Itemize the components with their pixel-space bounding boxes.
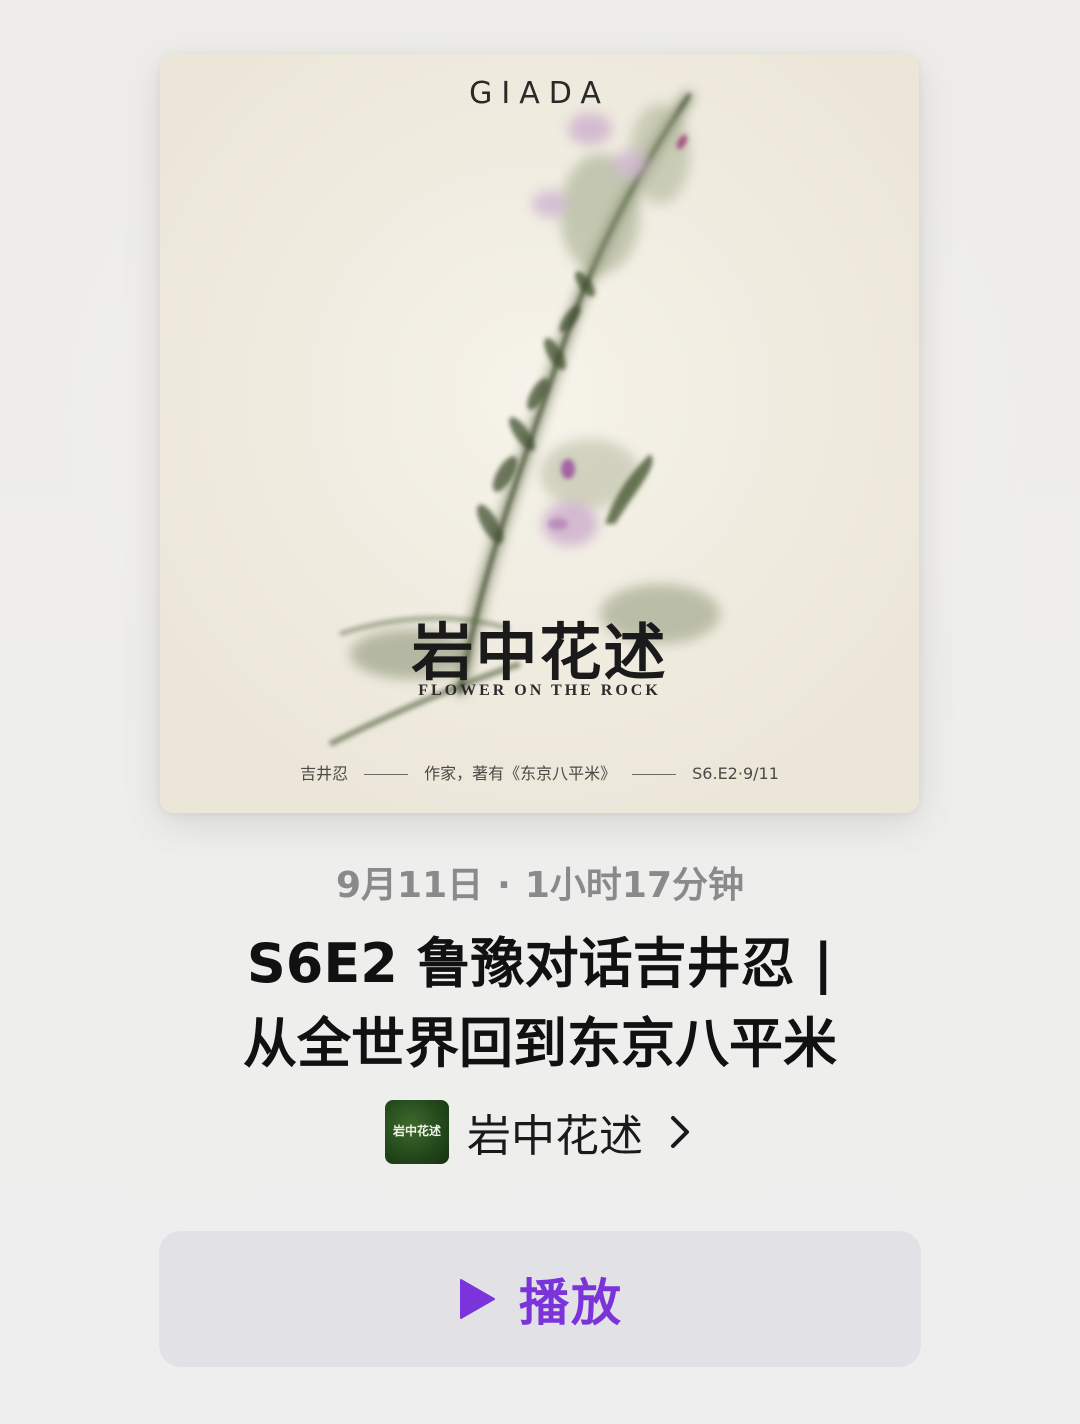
show-name: 岩中花述	[467, 1111, 643, 1162]
artwork-show-title: 岩中花述	[411, 616, 668, 689]
show-thumbnail: 岩中花述	[385, 1100, 449, 1164]
credits-divider	[632, 774, 677, 775]
episode-artwork: GIADA 岩中花述 FLOWER ON THE ROCK 吉井忍 作家，著有《东…	[160, 54, 919, 813]
episode-title-line2: 从全世界回到东京八平米	[243, 1012, 837, 1075]
show-link[interactable]: 岩中花述 岩中花述	[0, 1100, 1080, 1164]
guest-name: 吉井忍	[300, 764, 349, 783]
guest-description: 作家，著有《东京八平米》	[424, 764, 617, 783]
chevron-right-icon	[671, 1116, 689, 1148]
play-button[interactable]: 播放	[159, 1231, 921, 1367]
episode-title-line1: S6E2 鲁豫对话吉井忍 |	[246, 932, 834, 995]
episode-title: S6E2 鲁豫对话吉井忍 | 从全世界回到东京八平米	[0, 924, 1080, 1084]
play-button-label: 播放	[519, 1274, 623, 1332]
artwork-credits: 吉井忍 作家，著有《东京八平米》 S6.E2·9/11	[160, 760, 919, 784]
episode-code: S6.E2·9/11	[692, 764, 779, 783]
meta-separator: ·	[497, 865, 511, 906]
episode-duration: 1小时17分钟	[524, 865, 744, 906]
artwork-show-subtitle: FLOWER ON THE ROCK	[418, 682, 661, 699]
play-icon	[460, 1279, 495, 1319]
episode-date: 9月11日	[336, 865, 484, 906]
brand-logo: GIADA	[469, 76, 610, 111]
credits-divider	[364, 774, 409, 775]
episode-meta: 9月11日 · 1小时17分钟	[0, 856, 1080, 908]
show-thumbnail-text: 岩中花述	[392, 1124, 441, 1138]
